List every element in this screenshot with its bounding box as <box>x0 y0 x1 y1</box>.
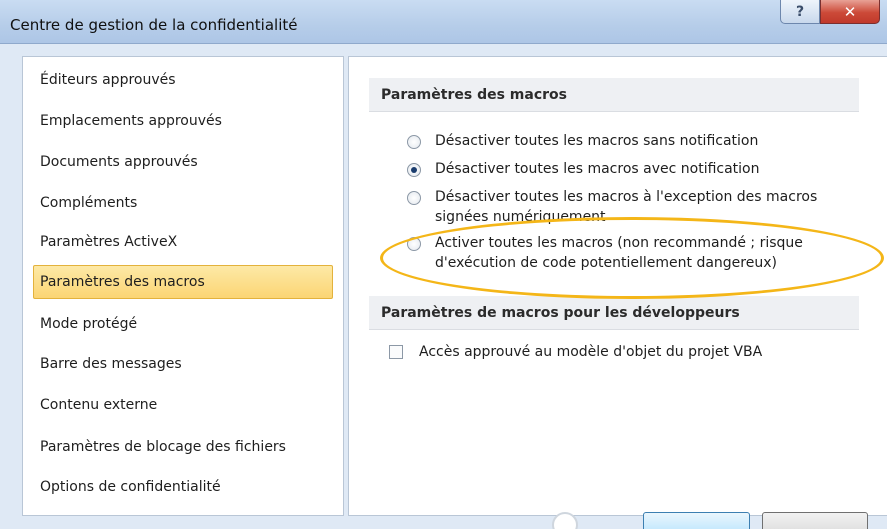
sidebar-item-blocage-fichiers[interactable]: Paramètres de blocage des fichiers <box>33 430 333 464</box>
checkbox[interactable] <box>389 345 403 359</box>
sidebar-item-label: Contenu externe <box>40 397 158 413</box>
radio-label: Désactiver toutes les macros à l'excepti… <box>435 189 818 225</box>
sidebar-item-contenu-externe[interactable]: Contenu externe <box>33 388 333 422</box>
sidebar-item-label: Emplacements approuvés <box>40 113 222 129</box>
sidebar-item-barre-messages[interactable]: Barre des messages <box>33 347 333 381</box>
sidebar-item-editeurs-approuves[interactable]: Éditeurs approuvés <box>33 63 333 97</box>
radio-enable-all[interactable]: Activer toutes les macros (non recommand… <box>407 233 865 273</box>
radio-disable-except-signed[interactable]: Désactiver toutes les macros à l'excepti… <box>407 187 865 227</box>
radio-label: Désactiver toutes les macros avec notifi… <box>435 161 760 177</box>
radio-button[interactable] <box>407 191 421 205</box>
checkbox-label: Accès approuvé au modèle d'objet du proj… <box>419 344 763 360</box>
close-icon: ✕ <box>843 2 857 21</box>
sidebar: Éditeurs approuvés Emplacements approuvé… <box>22 56 344 516</box>
sidebar-item-complements[interactable]: Compléments <box>33 186 333 220</box>
ok-button[interactable] <box>643 512 750 529</box>
sidebar-item-label: Paramètres de blocage des fichiers <box>40 439 286 455</box>
radio-button-checked[interactable] <box>407 163 421 177</box>
sidebar-item-label: Barre des messages <box>40 356 182 372</box>
sidebar-item-emplacements-approuves[interactable]: Emplacements approuvés <box>33 104 333 138</box>
sidebar-item-options-confidentialite[interactable]: Options de confidentialité <box>33 470 333 504</box>
cancel-button[interactable] <box>762 512 868 529</box>
content-panel: Paramètres des macros Désactiver toutes … <box>348 56 887 516</box>
sidebar-item-parametres-activex[interactable]: Paramètres ActiveX <box>33 225 333 259</box>
close-button[interactable]: ✕ <box>820 0 880 24</box>
radio-label: Désactiver toutes les macros sans notifi… <box>435 133 759 149</box>
sidebar-item-label: Mode protégé <box>40 316 138 332</box>
sidebar-item-label: Compléments <box>40 195 138 211</box>
help-icon: ? <box>795 3 805 20</box>
macros-section-header: Paramètres des macros <box>369 78 859 112</box>
sidebar-item-label: Paramètres des macros <box>40 274 205 290</box>
sidebar-item-label: Éditeurs approuvés <box>40 72 176 88</box>
sidebar-item-documents-approuves[interactable]: Documents approuvés <box>33 145 333 179</box>
title-bar: Centre de gestion de la confidentialité … <box>0 0 887 44</box>
checkbox-vba-access[interactable]: Accès approuvé au modèle d'objet du proj… <box>389 344 762 360</box>
sidebar-item-label: Documents approuvés <box>40 154 198 170</box>
radio-button[interactable] <box>407 135 421 149</box>
sidebar-item-label: Options de confidentialité <box>40 479 221 495</box>
radio-disable-with-notification[interactable]: Désactiver toutes les macros avec notifi… <box>407 159 865 179</box>
radio-disable-no-notification[interactable]: Désactiver toutes les macros sans notifi… <box>407 131 865 151</box>
help-button[interactable]: ? <box>780 0 820 24</box>
sidebar-item-parametres-macros[interactable]: Paramètres des macros <box>33 265 333 299</box>
developer-section-header: Paramètres de macros pour les développeu… <box>369 296 859 330</box>
radio-label: Activer toutes les macros (non recommand… <box>435 235 803 271</box>
sidebar-item-mode-protege[interactable]: Mode protégé <box>33 307 333 341</box>
radio-button[interactable] <box>407 237 421 251</box>
window-title: Centre de gestion de la confidentialité <box>10 16 298 34</box>
sidebar-item-label: Paramètres ActiveX <box>40 234 178 250</box>
